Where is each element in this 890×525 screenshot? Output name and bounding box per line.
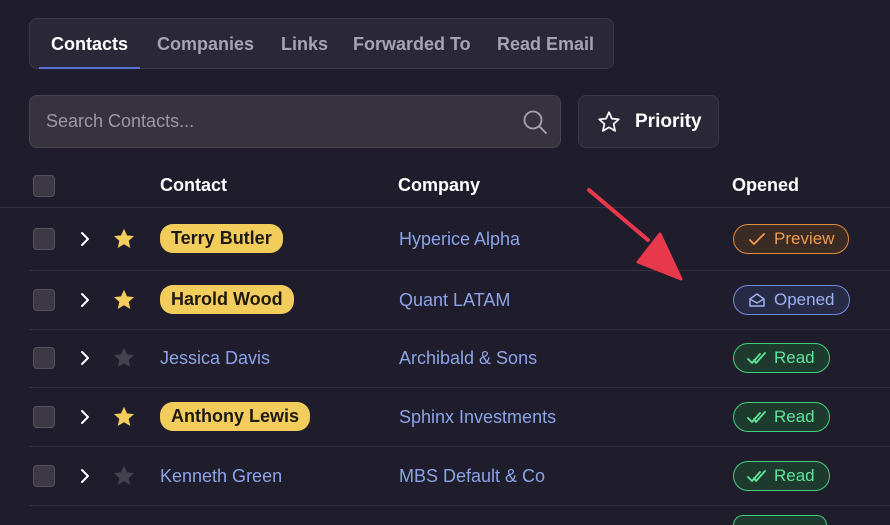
company-link[interactable]: Hyperice Alpha [399, 229, 520, 250]
tab-forwarded-to[interactable]: Forwarded To [353, 19, 471, 68]
star-icon[interactable] [112, 405, 136, 429]
tab-companies[interactable]: Companies [157, 19, 254, 68]
status-label: Read [774, 348, 815, 367]
status-badge: Preview [733, 224, 850, 254]
contact-name[interactable]: Terry Butler [160, 224, 283, 253]
status-label: Read [774, 466, 815, 485]
row-checkbox[interactable] [33, 228, 55, 250]
chevron-right-icon[interactable] [78, 291, 92, 309]
status-label: Preview [774, 229, 835, 248]
chevron-right-icon[interactable] [78, 408, 92, 426]
table-row[interactable]: Kenneth Green MBS Default & Co Read [29, 447, 890, 506]
double-check-icon [747, 352, 766, 364]
table-row[interactable]: Harold Wood Quant LATAM Opened [29, 271, 890, 330]
status-badge: Read [733, 461, 830, 491]
table-header: Contact Company Opened [0, 165, 890, 208]
star-icon[interactable] [112, 346, 136, 370]
check-icon [749, 233, 765, 245]
column-header-company[interactable]: Company [398, 165, 480, 205]
search-input[interactable] [30, 96, 510, 147]
star-icon[interactable] [112, 288, 136, 312]
tab-contacts[interactable]: Contacts [38, 19, 141, 69]
table-row[interactable]: Terry Butler Hyperice Alpha Preview [29, 208, 890, 271]
star-icon[interactable] [112, 227, 136, 251]
contact-name[interactable]: Anthony Lewis [160, 402, 311, 431]
status-label: Read [774, 407, 815, 426]
double-check-icon [747, 470, 766, 482]
star-outline-icon [598, 111, 620, 132]
chevron-right-icon[interactable] [78, 467, 92, 485]
priority-button[interactable]: Priority [578, 95, 719, 148]
table-row[interactable]: Jessica Davis Archibald & Sons Read [29, 330, 890, 388]
star-icon[interactable] [112, 464, 136, 488]
contact-name[interactable]: Jessica Davis [160, 348, 270, 369]
contact-name[interactable]: Harold Wood [160, 285, 294, 314]
select-all-checkbox[interactable] [33, 175, 55, 197]
row-checkbox[interactable] [33, 465, 55, 487]
column-header-contact[interactable]: Contact [160, 165, 227, 205]
status-label: Opened [774, 290, 835, 309]
search-box [29, 95, 561, 148]
status-badge: Read [733, 343, 830, 373]
search-icon[interactable] [522, 109, 548, 135]
tab-bar: Contacts Companies Links Forwarded To Re… [29, 18, 614, 69]
chevron-right-icon[interactable] [78, 230, 92, 248]
status-badge: Opened [733, 285, 850, 315]
tab-read-email[interactable]: Read Email [497, 19, 594, 68]
tab-links[interactable]: Links [281, 19, 328, 68]
chevron-right-icon[interactable] [78, 349, 92, 367]
company-link[interactable]: Quant LATAM [399, 290, 510, 311]
status-badge [733, 515, 827, 525]
status-badge: Read [733, 402, 830, 432]
company-link[interactable]: MBS Default & Co [399, 466, 545, 487]
company-link[interactable]: Archibald & Sons [399, 348, 537, 369]
row-checkbox[interactable] [33, 406, 55, 428]
envelope-open-icon [749, 293, 765, 307]
column-header-opened[interactable]: Opened [732, 165, 799, 205]
contact-name[interactable]: Kenneth Green [160, 466, 282, 487]
company-link[interactable]: Sphinx Investments [399, 407, 556, 428]
table-row[interactable]: Anthony Lewis Sphinx Investments Read [29, 388, 890, 447]
double-check-icon [747, 411, 766, 423]
row-checkbox[interactable] [33, 347, 55, 369]
row-checkbox[interactable] [33, 289, 55, 311]
priority-label: Priority [635, 111, 702, 132]
